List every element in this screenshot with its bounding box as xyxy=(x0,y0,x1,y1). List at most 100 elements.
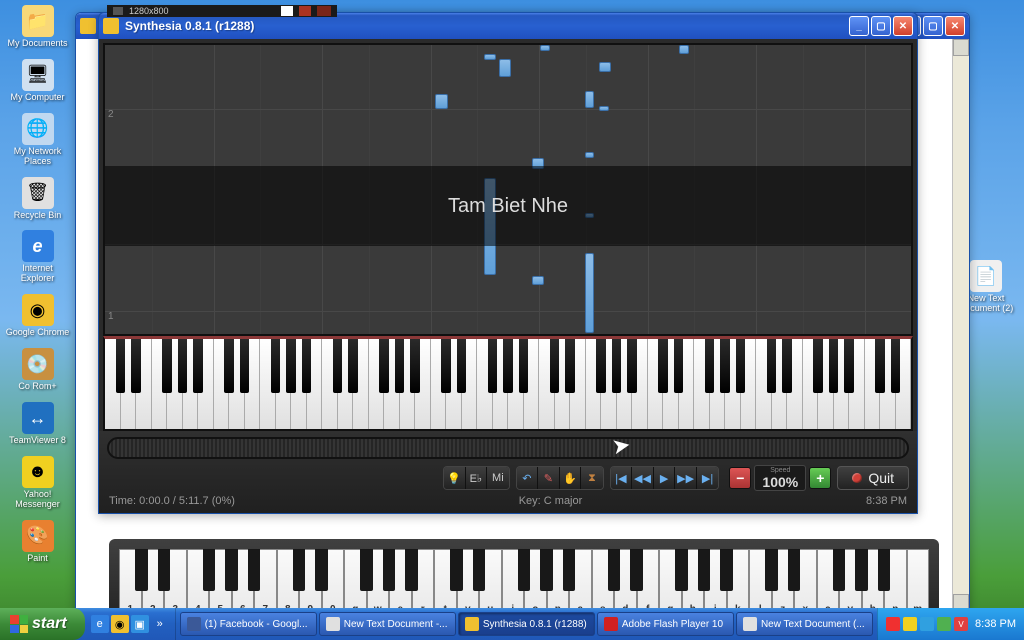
taskbar-item[interactable]: New Text Document -... xyxy=(319,612,456,636)
rewind-button[interactable]: ◀◀ xyxy=(632,467,654,489)
black-key[interactable] xyxy=(441,339,451,393)
black-key[interactable] xyxy=(286,339,296,393)
black-key[interactable] xyxy=(240,339,250,393)
tray-icon-4[interactable] xyxy=(937,617,951,631)
undo-button[interactable]: ↶ xyxy=(517,467,539,489)
bg-close-button[interactable]: ✕ xyxy=(945,16,965,36)
black-key[interactable] xyxy=(596,339,606,393)
skip-end-button[interactable]: ▶| xyxy=(697,467,718,489)
taskbar-item[interactable]: Adobe Flash Player 10 xyxy=(597,612,734,636)
start-button[interactable]: start xyxy=(0,608,85,640)
black-key[interactable] xyxy=(736,339,746,393)
paint-icon[interactable]: 🎨Paint xyxy=(5,520,70,564)
corom-icon[interactable]: 💿Co Rom+ xyxy=(5,348,70,392)
black-key[interactable] xyxy=(178,339,188,393)
black-key[interactable] xyxy=(519,339,529,393)
secondary-black-key[interactable] xyxy=(135,549,148,591)
black-key[interactable] xyxy=(333,339,343,393)
bg-scrollbar[interactable] xyxy=(952,39,969,611)
black-key[interactable] xyxy=(720,339,730,393)
ql-ie-icon[interactable]: e xyxy=(91,615,109,633)
hand-tool-button[interactable]: ✋ xyxy=(560,467,582,489)
black-key[interactable] xyxy=(410,339,420,393)
black-key[interactable] xyxy=(379,339,389,393)
secondary-black-key[interactable] xyxy=(855,549,868,591)
black-key[interactable] xyxy=(844,339,854,393)
teamviewer-icon[interactable]: ↔TeamViewer 8 xyxy=(5,402,70,446)
syn-close-button[interactable]: ✕ xyxy=(893,16,913,36)
black-key[interactable] xyxy=(488,339,498,393)
secondary-black-key[interactable] xyxy=(383,549,396,591)
secondary-black-key[interactable] xyxy=(293,549,306,591)
skip-start-button[interactable]: |◀ xyxy=(611,467,633,489)
yahoo-icon[interactable]: ☻Yahoo! Messenger xyxy=(5,456,70,510)
mark-button[interactable]: ✎ xyxy=(538,467,560,489)
black-key[interactable] xyxy=(612,339,622,393)
secondary-black-key[interactable] xyxy=(225,549,238,591)
taskbar-item[interactable]: Synthesia 0.8.1 (r1288) xyxy=(458,612,595,636)
main-piano-keyboard[interactable] xyxy=(103,336,913,431)
secondary-black-key[interactable] xyxy=(608,549,621,591)
secondary-black-key[interactable] xyxy=(360,549,373,591)
my-computer-icon[interactable]: 🖥My Computer xyxy=(5,59,70,103)
syn-minimize-button[interactable]: _ xyxy=(849,16,869,36)
rec-toggle-icon[interactable] xyxy=(113,7,123,15)
taskbar-item[interactable]: New Text Document (... xyxy=(736,612,873,636)
scroll-up-arrow[interactable] xyxy=(953,39,969,56)
speed-increase-button[interactable]: + xyxy=(809,467,831,489)
black-key[interactable] xyxy=(162,339,172,393)
tray-clock[interactable]: 8:38 PM xyxy=(975,618,1016,630)
chrome-icon[interactable]: ◉Google Chrome xyxy=(5,294,70,338)
black-key[interactable] xyxy=(767,339,777,393)
secondary-black-key[interactable] xyxy=(630,549,643,591)
secondary-black-key[interactable] xyxy=(878,549,891,591)
secondary-black-key[interactable] xyxy=(158,549,171,591)
black-key[interactable] xyxy=(565,339,575,393)
black-key[interactable] xyxy=(116,339,126,393)
black-key[interactable] xyxy=(131,339,141,393)
black-key[interactable] xyxy=(705,339,715,393)
my-documents-icon[interactable]: 📁My Documents xyxy=(5,5,70,49)
secondary-black-key[interactable] xyxy=(720,549,733,591)
taskbar-item[interactable]: (1) Facebook - Googl... xyxy=(180,612,317,636)
syn-maximize-button[interactable]: ▢ xyxy=(871,16,891,36)
quit-button[interactable]: Quit xyxy=(837,466,909,490)
black-key[interactable] xyxy=(457,339,467,393)
secondary-black-key[interactable] xyxy=(450,549,463,591)
secondary-black-key[interactable] xyxy=(540,549,553,591)
secondary-black-key[interactable] xyxy=(473,549,486,591)
bg-maximize-button[interactable]: ▢ xyxy=(923,16,943,36)
black-key[interactable] xyxy=(271,339,281,393)
black-key[interactable] xyxy=(813,339,823,393)
metronome-button[interactable]: ⧗ xyxy=(581,467,602,489)
black-key[interactable] xyxy=(674,339,684,393)
secondary-black-key[interactable] xyxy=(698,549,711,591)
rec-pause-button[interactable] xyxy=(317,6,331,16)
black-key[interactable] xyxy=(395,339,405,393)
black-key[interactable] xyxy=(348,339,358,393)
black-key[interactable] xyxy=(193,339,203,393)
note-roll[interactable]: Tam Biet Nhe 2 1 xyxy=(103,43,913,336)
play-button[interactable]: ▶ xyxy=(654,467,676,489)
black-key[interactable] xyxy=(224,339,234,393)
tray-vn-icon[interactable]: V xyxy=(954,617,968,631)
secondary-black-key[interactable] xyxy=(315,549,328,591)
light-toggle-button[interactable]: 💡 xyxy=(444,467,466,489)
black-key[interactable] xyxy=(875,339,885,393)
ie-icon[interactable]: eInternet Explorer xyxy=(5,230,70,284)
ql-chrome-icon[interactable]: ◉ xyxy=(111,615,129,633)
tray-icon-3[interactable] xyxy=(920,617,934,631)
my-network-icon[interactable]: 🌐My Network Places xyxy=(5,113,70,167)
ql-more-icon[interactable]: » xyxy=(151,615,169,633)
tray-icon-2[interactable] xyxy=(903,617,917,631)
rec-record-button[interactable] xyxy=(299,6,311,16)
progress-bar[interactable]: ➤ xyxy=(107,437,909,459)
black-key[interactable] xyxy=(627,339,637,393)
note-label-mi-button[interactable]: Mi xyxy=(487,467,508,489)
secondary-black-key[interactable] xyxy=(765,549,778,591)
secondary-black-key[interactable] xyxy=(563,549,576,591)
secondary-black-key[interactable] xyxy=(203,549,216,591)
note-label-eb-button[interactable]: E♭ xyxy=(466,467,488,489)
black-key[interactable] xyxy=(891,339,901,393)
fast-forward-button[interactable]: ▶▶ xyxy=(675,467,697,489)
